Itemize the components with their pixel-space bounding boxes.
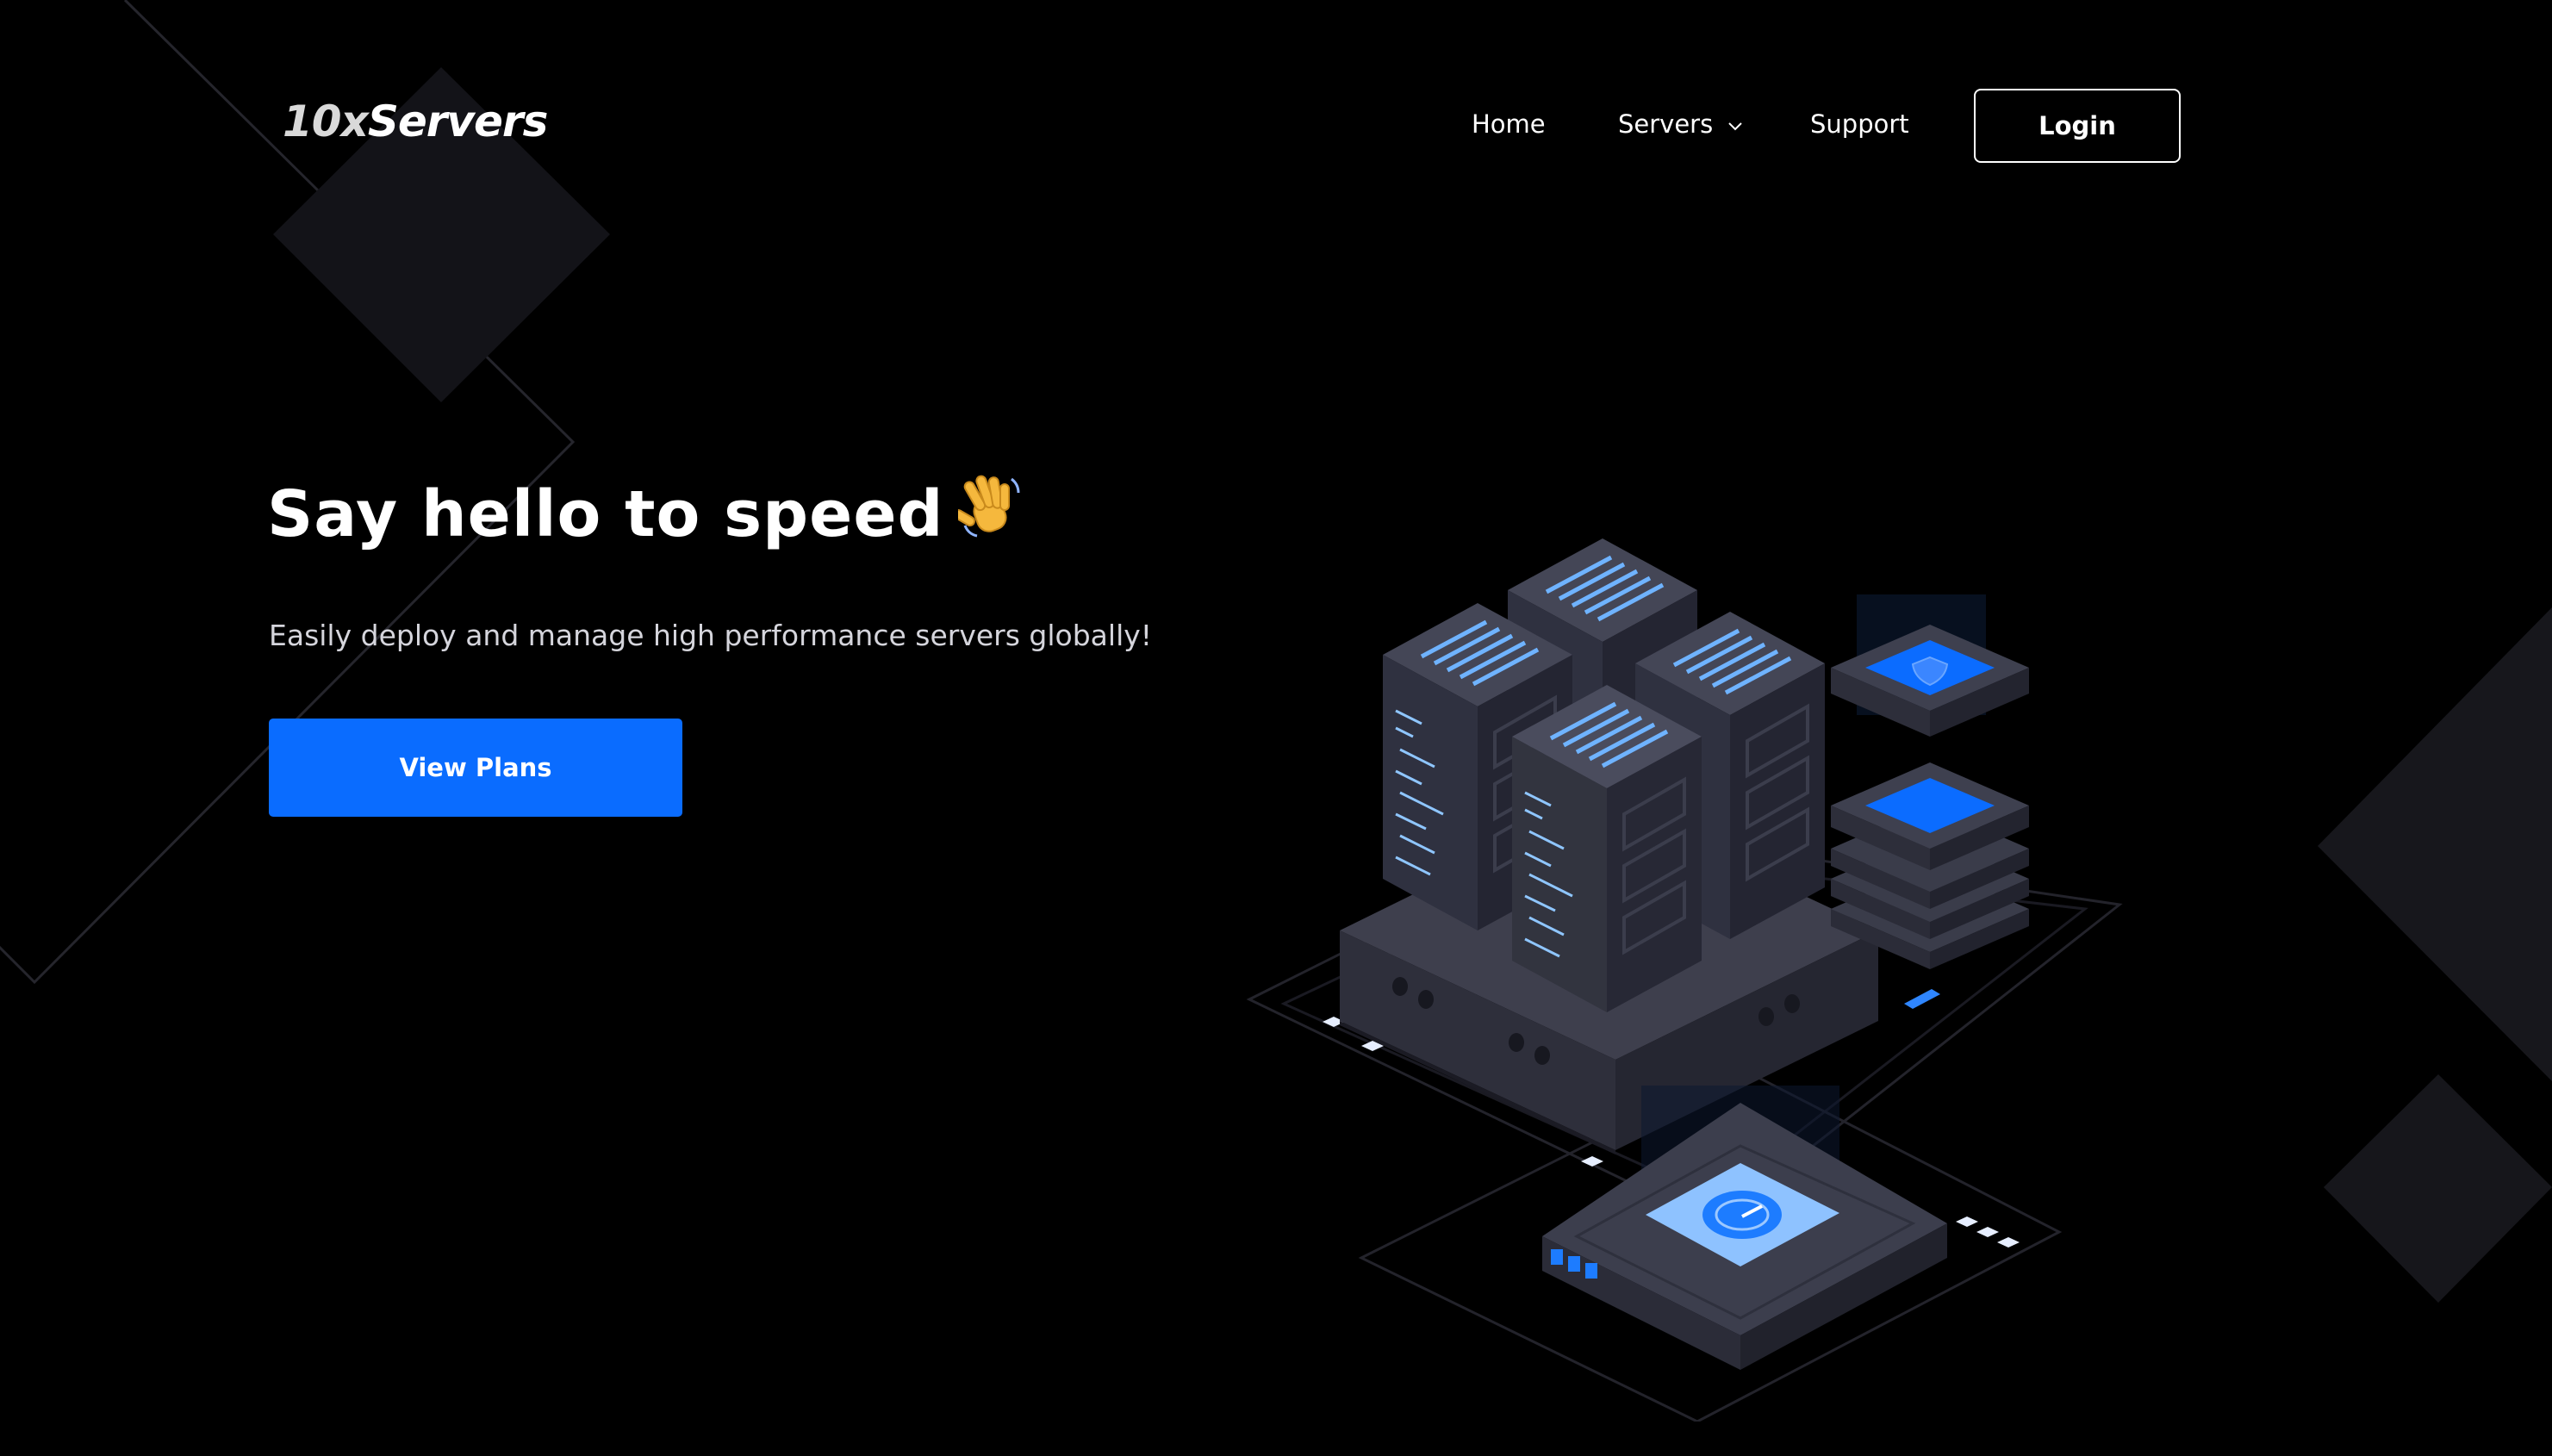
nav-home-link[interactable]: Home	[1472, 109, 1546, 139]
blue-light-strip	[1904, 989, 1940, 1009]
server-illustration	[1246, 538, 2123, 1422]
chevron-down-icon	[1728, 122, 1743, 131]
login-button[interactable]: Login	[1974, 89, 2181, 163]
diamond-filled-right-large	[2318, 607, 2552, 1081]
nav-servers-label: Servers	[1618, 109, 1714, 139]
diamond-filled-right-small	[2324, 1074, 2552, 1303]
nav-support-link[interactable]: Support	[1810, 109, 1909, 139]
hero-headline-text: Say hello to speed	[267, 477, 944, 551]
security-module-stack	[1831, 594, 2029, 969]
hero-headline: Say hello to speed	[267, 472, 1027, 557]
hero-subtitle: Easily deploy and manage high performanc…	[269, 619, 1152, 652]
top-navigation: Home Servers Support Login	[0, 89, 2552, 165]
speedometer-icon	[1702, 1191, 1782, 1239]
nav-servers-dropdown[interactable]: Servers	[1618, 109, 1745, 139]
server-rack-front	[1512, 685, 1702, 1012]
waving-hand-icon	[952, 472, 1027, 557]
view-plans-button[interactable]: View Plans	[269, 719, 682, 817]
